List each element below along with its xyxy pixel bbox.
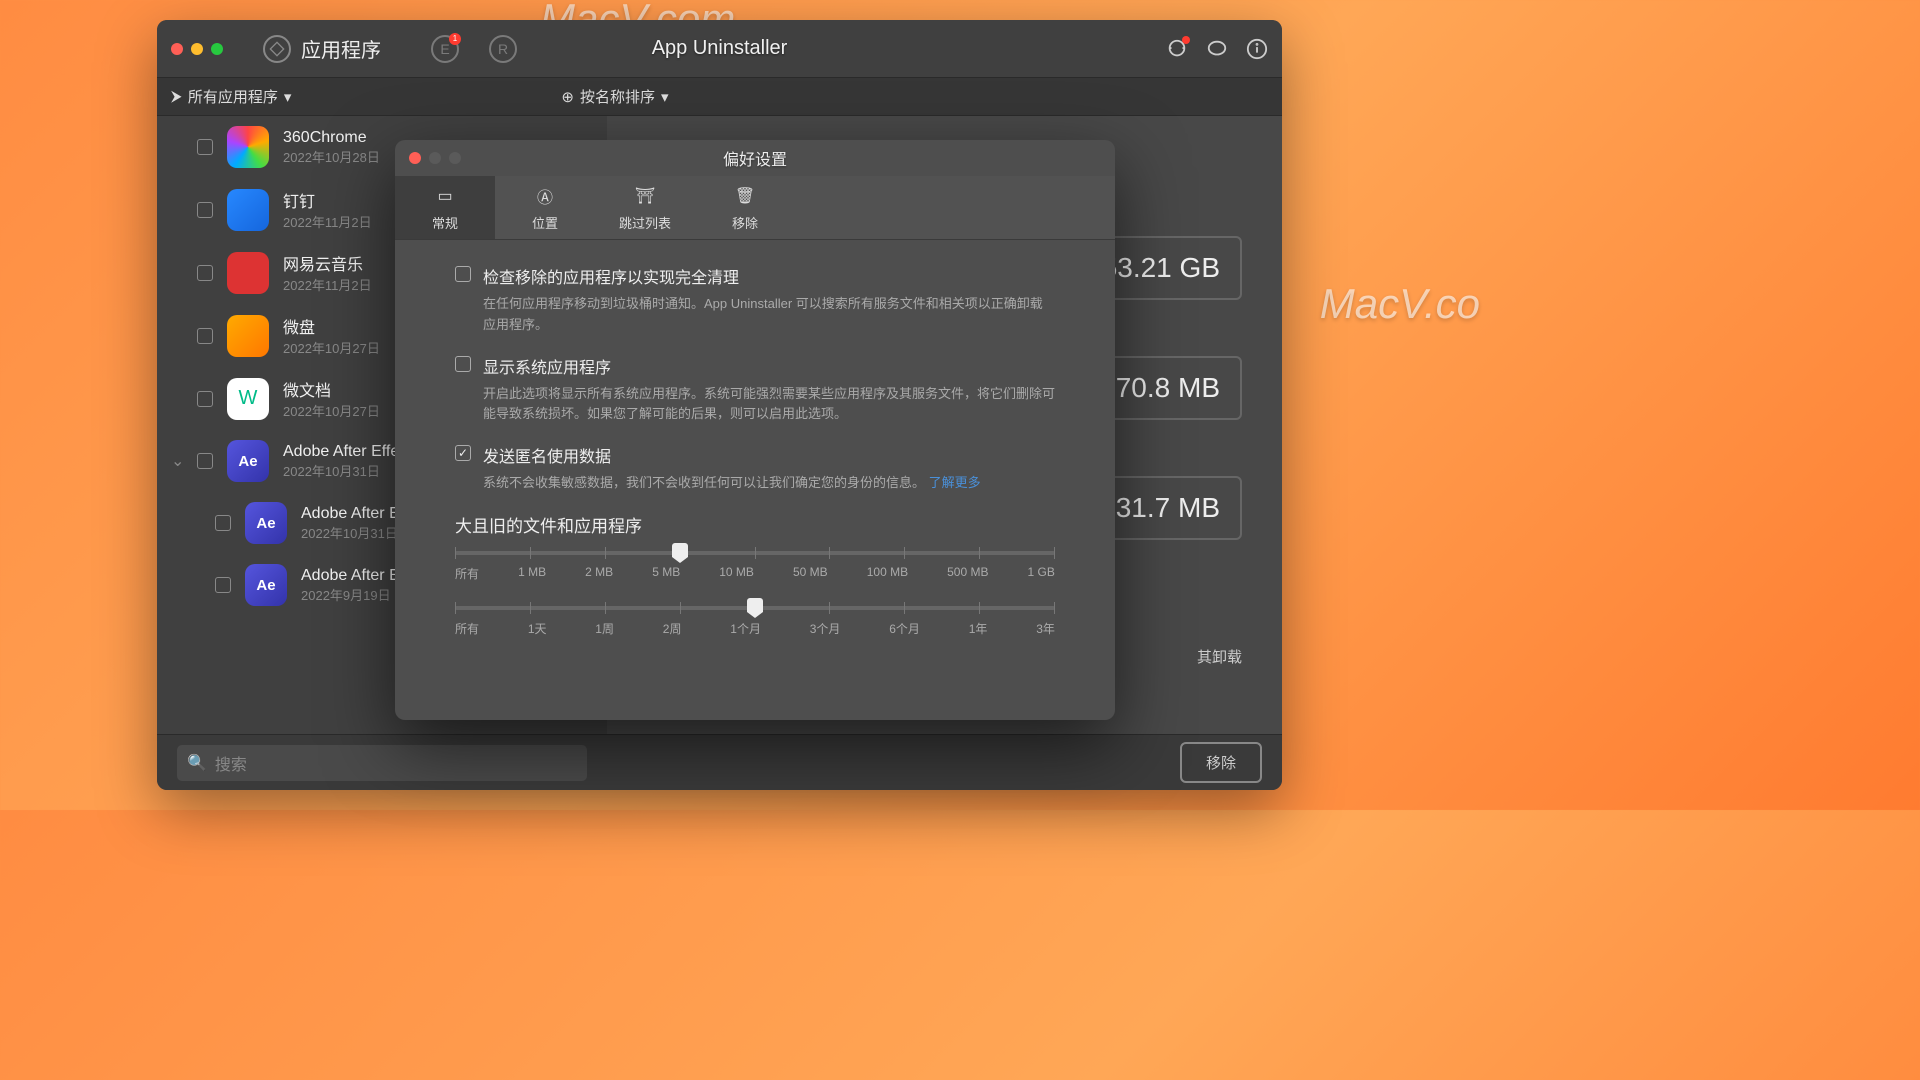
learn-more-link[interactable]: 了解更多 bbox=[929, 475, 981, 490]
checkbox[interactable] bbox=[197, 453, 213, 469]
prefs-tab-移除[interactable]: 🗑 移除 bbox=[695, 176, 795, 239]
checkbox[interactable] bbox=[197, 265, 213, 281]
checkbox[interactable] bbox=[215, 577, 231, 593]
search-input[interactable]: 🔍 搜索 bbox=[177, 745, 587, 781]
app-icon: Ae bbox=[245, 502, 287, 544]
close-button[interactable] bbox=[171, 43, 183, 55]
checkbox[interactable] bbox=[215, 515, 231, 531]
checkbox[interactable] bbox=[455, 356, 471, 372]
stat-value: 53.21 GB bbox=[1102, 252, 1220, 284]
slider-labels: 所有1天1周2周1个月3个月6个月1年3年 bbox=[455, 620, 1055, 637]
slider[interactable] bbox=[455, 551, 1055, 555]
window-title: 应用程序 bbox=[301, 34, 381, 63]
minimize-button bbox=[429, 152, 441, 164]
checkbox[interactable] bbox=[455, 266, 471, 282]
bottom-bar: 🔍 搜索 移除 bbox=[157, 734, 1282, 790]
sort-dropdown[interactable]: ⊕ 按名称排序 ▾ bbox=[561, 86, 668, 107]
slider-thumb[interactable] bbox=[747, 598, 763, 618]
toolbar: ⮞ 所有应用程序 ▾ ⊕ 按名称排序 ▾ bbox=[157, 78, 1282, 116]
checkbox[interactable] bbox=[197, 202, 213, 218]
checkbox[interactable] bbox=[197, 391, 213, 407]
checkbox[interactable] bbox=[197, 139, 213, 155]
filter-dropdown[interactable]: ⮞ 所有应用程序 ▾ bbox=[171, 86, 291, 107]
preferences-window: 偏好设置 ▭ 常规 Ⓐ 位置 ⛩ 跳过列表 🗑 移除 检查移除的应用程序以实现完全清理 在任何… bbox=[395, 140, 1115, 720]
app-icon: W bbox=[227, 378, 269, 420]
updates-icon[interactable] bbox=[1166, 38, 1188, 60]
option-label: 发送匿名使用数据 bbox=[483, 443, 611, 467]
remove-hint: 其卸载 bbox=[1197, 646, 1242, 667]
prefs-tab-位置[interactable]: Ⓐ 位置 bbox=[495, 176, 595, 239]
option-desc: 在任何应用程序移动到垃圾桶时通知。App Uninstaller 可以搜索所有服… bbox=[483, 294, 1055, 336]
prefs-title: 偏好设置 bbox=[723, 146, 787, 170]
sort-icon: ⊕ bbox=[561, 88, 574, 106]
tab-icon: Ⓐ bbox=[530, 183, 560, 209]
badge: 1 bbox=[449, 33, 461, 45]
tab-icon: ⛩ bbox=[630, 183, 660, 209]
stat-box: 31.7 MB bbox=[1094, 476, 1242, 540]
tab-label: 常规 bbox=[432, 213, 458, 232]
tab-r[interactable]: R bbox=[489, 35, 517, 63]
slider-thumb[interactable] bbox=[672, 543, 688, 563]
stat-value: 31.7 MB bbox=[1116, 492, 1220, 524]
option-label: 显示系统应用程序 bbox=[483, 354, 611, 378]
prefs-tab-跳过列表[interactable]: ⛩ 跳过列表 bbox=[595, 176, 695, 239]
chevron-down-icon[interactable]: ⌄ bbox=[171, 451, 183, 471]
app-title: App Uninstaller bbox=[652, 37, 788, 60]
chat-icon[interactable] bbox=[1206, 38, 1228, 60]
app-icon bbox=[227, 126, 269, 168]
remove-button[interactable]: 移除 bbox=[1180, 742, 1262, 783]
zoom-button[interactable] bbox=[211, 43, 223, 55]
prefs-tab-常规[interactable]: ▭ 常规 bbox=[395, 176, 495, 239]
tab-label: 跳过列表 bbox=[619, 213, 671, 232]
slider-labels: 所有1 MB2 MB5 MB10 MB50 MB100 MB500 MB1 GB bbox=[455, 565, 1055, 582]
stat-value: 270.8 MB bbox=[1100, 372, 1220, 404]
prefs-body: 检查移除的应用程序以实现完全清理 在任何应用程序移动到垃圾桶时通知。App Un… bbox=[395, 240, 1115, 685]
titlebar: 应用程序 E1 R App Uninstaller bbox=[157, 20, 1282, 78]
tab-e[interactable]: E1 bbox=[431, 35, 459, 63]
zoom-button bbox=[449, 152, 461, 164]
chevron-down-icon: ▾ bbox=[284, 88, 292, 106]
tab-label: 移除 bbox=[732, 213, 758, 232]
app-icon: Ae bbox=[227, 440, 269, 482]
tab-label: 位置 bbox=[532, 213, 558, 232]
info-icon[interactable] bbox=[1246, 38, 1268, 60]
apps-icon bbox=[263, 35, 291, 63]
slider[interactable] bbox=[455, 606, 1055, 610]
app-icon bbox=[227, 189, 269, 231]
checkbox[interactable] bbox=[455, 445, 471, 461]
tab-icon: ▭ bbox=[430, 183, 460, 209]
app-icon: Ae bbox=[245, 564, 287, 606]
minimize-button[interactable] bbox=[191, 43, 203, 55]
option-desc: 开启此选项将显示所有系统应用程序。系统可能强烈需要某些应用程序及其服务文件，将它… bbox=[483, 384, 1055, 426]
close-button[interactable] bbox=[409, 152, 421, 164]
traffic-lights bbox=[171, 43, 223, 55]
app-icon bbox=[227, 315, 269, 357]
watermark: MacV.co bbox=[1320, 280, 1480, 328]
chevron-down-icon: ▾ bbox=[661, 88, 669, 106]
checkbox[interactable] bbox=[197, 328, 213, 344]
prefs-tabs: ▭ 常规 Ⓐ 位置 ⛩ 跳过列表 🗑 移除 bbox=[395, 176, 1115, 240]
location-icon: ⮞ bbox=[171, 88, 182, 105]
option-label: 检查移除的应用程序以实现完全清理 bbox=[483, 264, 739, 288]
tab-icon: 🗑 bbox=[730, 183, 760, 209]
prefs-titlebar: 偏好设置 bbox=[395, 140, 1115, 176]
option-desc: 系统不会收集敏感数据，我们不会收到任何可以让我们确定您的身份的信息。 了解更多 bbox=[483, 473, 1055, 494]
search-icon: 🔍 bbox=[187, 753, 207, 773]
app-icon bbox=[227, 252, 269, 294]
section-title: 大且旧的文件和应用程序 bbox=[455, 512, 1055, 537]
